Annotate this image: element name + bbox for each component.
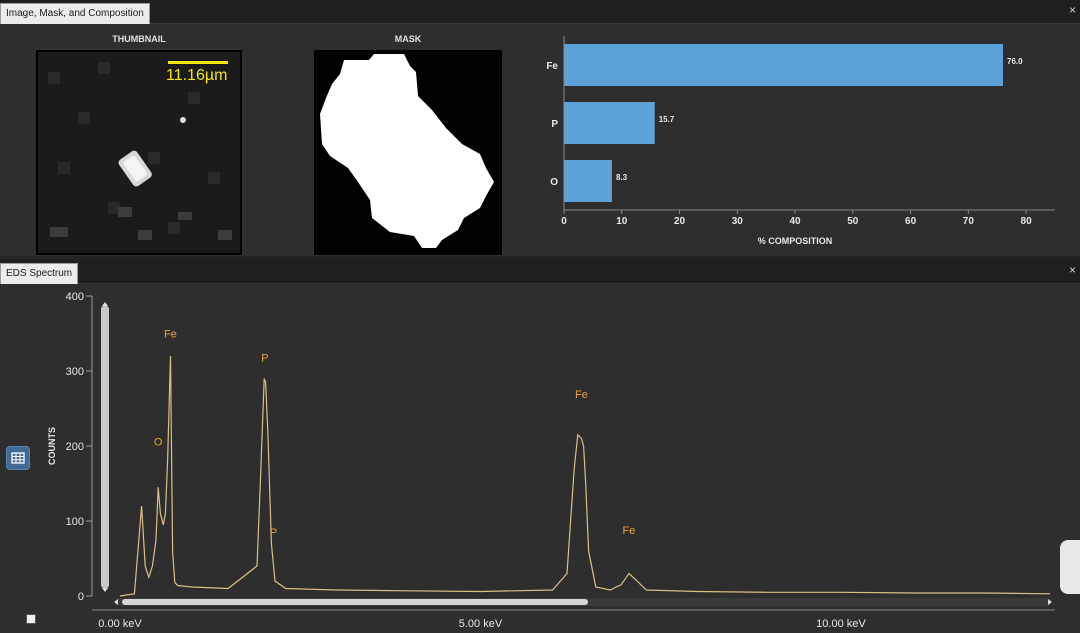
x-tick-label: 80	[1021, 216, 1033, 227]
composition-bar-chart: Fe 76.0 P 15.7 O 8.3 0 10 20 30 40 50 60 70 80 % COMPO…	[546, 36, 1055, 246]
x-tick-label: 10.00 keV	[816, 618, 866, 630]
mask-caption: MASK	[394, 34, 422, 44]
scroll-down-arrow-icon[interactable]	[102, 588, 108, 592]
mask-image	[314, 50, 502, 255]
remote-support-icon[interactable]	[1060, 540, 1080, 594]
x-tick-label: 70	[963, 216, 975, 227]
y-tick-label: 0	[78, 591, 84, 603]
y-tick-label: 300	[66, 366, 84, 378]
eds-spectrum-chart: 400 300 200 100 0 COUNTS 0.00 keV 5.00 keV 10.00…	[47, 291, 1055, 630]
y-tick-label: 400	[66, 291, 84, 303]
horizontal-scrollbar-thumb[interactable]	[122, 599, 588, 605]
close-icon[interactable]: ×	[1069, 3, 1076, 17]
peak-label: P	[270, 527, 277, 539]
scroll-up-arrow-icon[interactable]	[102, 302, 108, 306]
value-label: 15.7	[659, 115, 675, 124]
composition-bar-p	[564, 102, 655, 144]
category-label: P	[551, 119, 558, 130]
spectrum-panel-tab[interactable]: EDS Spectrum	[0, 263, 79, 284]
scale-bar	[168, 61, 228, 64]
composition-panel-header: Image, Mask, and Composition ×	[0, 0, 1080, 24]
value-label: 8.3	[616, 173, 628, 182]
x-tick-label: 60	[905, 216, 917, 227]
category-label: Fe	[546, 61, 558, 72]
vertical-scrollbar-thumb[interactable]	[101, 306, 109, 588]
y-axis-title: COUNTS	[47, 427, 57, 465]
x-axis-title: % COMPOSITION	[758, 236, 833, 246]
toggle-checkbox[interactable]	[26, 614, 36, 624]
x-tick-label: 30	[732, 216, 744, 227]
x-tick-label: 5.00 keV	[459, 618, 503, 630]
thumbnail-caption: THUMBNAIL	[112, 34, 166, 44]
composition-panel: THUMBNAIL 11.16µm MASK Fe 76.0 P 15.7 O …	[0, 24, 1080, 256]
peak-label: P	[261, 352, 268, 364]
x-tick-label: 50	[847, 216, 859, 227]
peak-label: Fe	[623, 525, 636, 537]
peak-label: Fe	[164, 328, 177, 340]
x-tick-label: 0.00 keV	[98, 618, 142, 630]
thumbnail-image: 11.16µm	[36, 50, 242, 255]
spectrum-panel: 400 300 200 100 0 COUNTS 0.00 keV 5.00 keV 10.00…	[0, 284, 1080, 633]
composition-bar-o	[564, 160, 612, 202]
x-tick-label: 20	[674, 216, 686, 227]
mask-graphic	[320, 54, 494, 248]
peak-label: Fe	[575, 389, 588, 401]
x-tick-label: 0	[561, 216, 567, 227]
composition-bar-fe	[564, 44, 1004, 86]
scroll-left-arrow-icon[interactable]	[114, 599, 118, 605]
y-tick-label: 200	[66, 441, 84, 453]
peak-label: O	[154, 436, 163, 448]
close-icon[interactable]: ×	[1069, 263, 1076, 277]
value-label: 76.0	[1007, 57, 1023, 66]
y-tick-label: 100	[66, 516, 84, 528]
x-tick-label: 10	[616, 216, 628, 227]
spectrum-panel-header: EDS Spectrum ×	[0, 260, 1080, 284]
scale-bar-label: 11.16µm	[166, 67, 228, 84]
composition-panel-tab[interactable]: Image, Mask, and Composition	[0, 3, 150, 24]
category-label: O	[550, 177, 558, 188]
x-tick-label: 40	[789, 216, 801, 227]
